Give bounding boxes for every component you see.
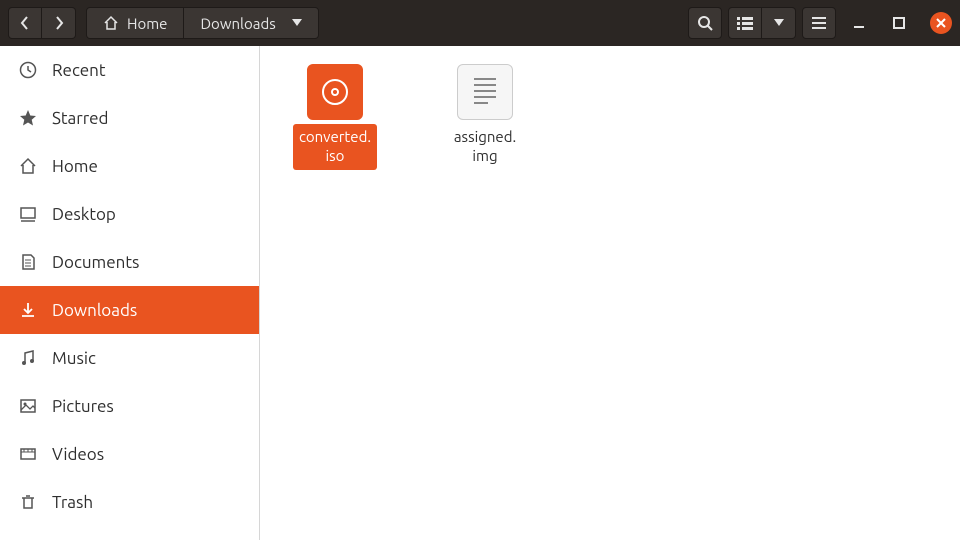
file-name-label: converted. iso: [293, 124, 377, 170]
file-name-label: assigned. img: [448, 124, 522, 170]
view-controls: [728, 7, 796, 39]
desktop-icon: [18, 205, 38, 223]
close-icon: [936, 18, 946, 28]
path-label: Home: [127, 15, 167, 32]
sidebar-item-recent[interactable]: Recent: [0, 46, 259, 94]
list-view-icon: [737, 16, 753, 30]
search-icon: [697, 15, 713, 31]
trash-icon: [18, 493, 38, 511]
downloads-icon: [18, 301, 38, 319]
close-button[interactable]: [930, 12, 952, 34]
path-label: Downloads: [200, 15, 275, 32]
star-icon: [18, 109, 38, 127]
file-item[interactable]: assigned. img: [430, 64, 540, 170]
path-segment-home[interactable]: Home: [87, 8, 184, 38]
sidebar-item-label: Videos: [52, 445, 104, 464]
chevron-down-icon: [774, 19, 784, 27]
sidebar-item-downloads[interactable]: Downloads: [0, 286, 259, 334]
view-list-button[interactable]: [728, 7, 762, 39]
sidebar-item-home[interactable]: Home: [0, 142, 259, 190]
sidebar-item-label: Trash: [52, 493, 93, 512]
videos-icon: [18, 445, 38, 463]
minimize-button[interactable]: [842, 7, 876, 39]
minimize-icon: [853, 17, 865, 29]
chevron-left-icon: [20, 16, 30, 30]
sidebar-item-label: Downloads: [52, 301, 137, 320]
text-file-icon: [457, 64, 513, 120]
maximize-icon: [893, 17, 905, 29]
sidebar-item-starred[interactable]: Starred: [0, 94, 259, 142]
home-icon: [18, 157, 38, 175]
hamburger-menu-button[interactable]: [802, 7, 836, 39]
chevron-right-icon: [54, 16, 64, 30]
back-button[interactable]: [8, 7, 42, 39]
sidebar-item-label: Home: [52, 157, 98, 176]
sidebar-item-videos[interactable]: Videos: [0, 430, 259, 478]
sidebar-item-documents[interactable]: Documents: [0, 238, 259, 286]
path-bar: Home Downloads: [86, 7, 319, 39]
documents-icon: [18, 253, 38, 271]
dropdown-arrow-icon: [292, 19, 302, 27]
path-segment-downloads[interactable]: Downloads: [184, 8, 317, 38]
maximize-button[interactable]: [882, 7, 916, 39]
sidebar-item-label: Recent: [52, 61, 106, 80]
hamburger-icon: [812, 17, 826, 29]
sidebar-item-label: Music: [52, 349, 96, 368]
sidebar-item-trash[interactable]: Trash: [0, 478, 259, 526]
home-icon: [103, 15, 119, 31]
sidebar-item-music[interactable]: Music: [0, 334, 259, 382]
nav-buttons: [8, 7, 76, 39]
file-icon-view[interactable]: converted. iso assigned. img: [260, 46, 960, 540]
sidebar-item-label: Documents: [52, 253, 139, 272]
sidebar-item-label: Starred: [52, 109, 109, 128]
music-icon: [18, 349, 38, 367]
file-item[interactable]: converted. iso: [280, 64, 390, 170]
sidebar-item-label: Pictures: [52, 397, 114, 416]
sidebar-item-label: Desktop: [52, 205, 116, 224]
sidebar-item-desktop[interactable]: Desktop: [0, 190, 259, 238]
forward-button[interactable]: [42, 7, 76, 39]
header-bar: Home Downloads: [0, 0, 960, 46]
sidebar: Recent Starred Home Desktop Documents: [0, 46, 260, 540]
pictures-icon: [18, 397, 38, 415]
search-button[interactable]: [688, 7, 722, 39]
disc-image-icon: [307, 64, 363, 120]
sidebar-item-pictures[interactable]: Pictures: [0, 382, 259, 430]
clock-icon: [18, 61, 38, 79]
view-dropdown-button[interactable]: [762, 7, 796, 39]
